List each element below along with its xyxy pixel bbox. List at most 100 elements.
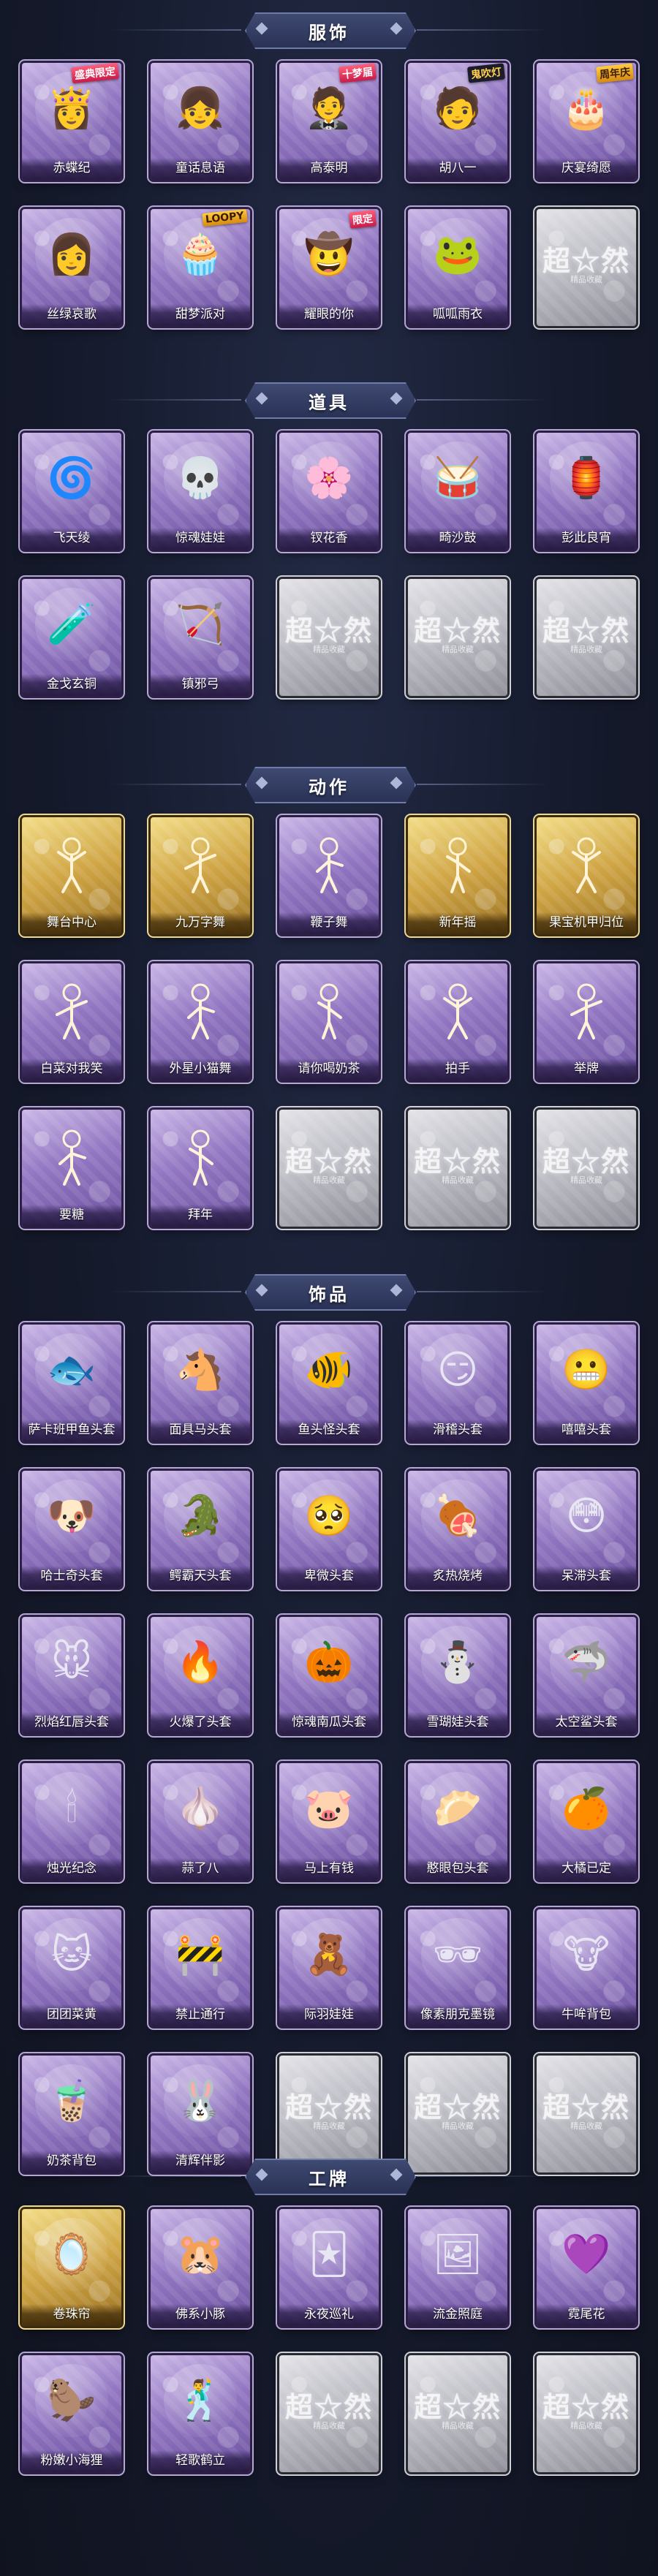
item-card[interactable]: 🏹 镇邪弓 — [151, 579, 250, 696]
item-card[interactable]: 🥺 卑微头套 — [279, 1471, 379, 1588]
item-card[interactable]: 🎃 惊魂南瓜头套 — [279, 1617, 379, 1734]
item-grid: 🪞 卷珠帘 🐹 佛系小豚 🃏 永夜巡礼 🖼 流金照庭 💜 霓尾花 🦫 粉嫩小海狸 🕺 轻歌鹤立 超☆然 精品收… — [22, 2209, 636, 2472]
locked-item-card[interactable]: 超☆然 精品收藏 — [279, 2056, 379, 2172]
item-label: 镇邪弓 — [181, 677, 219, 692]
item-card[interactable]: 新年摇 — [408, 817, 507, 934]
item-grid: 舞台中心 九万字舞 鞭子舞 新年摇 果宝机甲归位白菜对我笑 外星小猫舞 请你喝奶茶 拍手 举牌要… — [22, 817, 636, 1227]
item-card[interactable]: 🐊 鳄霸天头套 — [151, 1471, 250, 1588]
item-grid: 👸 盛典限定 赤蝶纪 👧 童话息语 🤵 十梦届 高泰明 🧑 鬼吹灯 胡八一 🎂 周年庆 庆宴绮愿 👩 丝绿哀歌… — [22, 63, 636, 326]
item-card[interactable]: 🥁 畸沙鼓 — [408, 433, 507, 550]
cow-backpack-icon: 🐮 — [550, 1918, 623, 1991]
item-card[interactable]: 🎂 周年庆 庆宴绮愿 — [537, 63, 636, 180]
item-card[interactable]: 果宝机甲归位 — [537, 817, 636, 934]
item-card[interactable]: 😳 呆滞头套 — [537, 1471, 636, 1588]
item-card[interactable]: 🐶 哈士奇头套 — [22, 1471, 121, 1588]
item-card[interactable]: 🧋 奶茶背包 — [22, 2056, 121, 2172]
locked-item-card[interactable]: 超☆然 精品收藏 — [537, 209, 636, 326]
item-card[interactable]: 🧁 LOOPY 甜梦派对 — [151, 209, 250, 326]
orange-head-icon: 🍊 — [550, 1772, 623, 1845]
item-card[interactable]: 九万字舞 — [151, 817, 250, 934]
section-title: 动作 — [309, 777, 349, 798]
locked-item-card[interactable]: 超☆然 精品收藏 — [537, 1110, 636, 1227]
item-card[interactable]: 拍手 — [408, 963, 507, 1080]
item-card[interactable]: 💀 惊魂娃娃 — [151, 433, 250, 550]
item-card[interactable]: 🐹 佛系小豚 — [151, 2209, 250, 2326]
item-card[interactable]: 鞭子舞 — [279, 817, 379, 934]
locked-item-card[interactable]: 超☆然 精品收藏 — [279, 579, 379, 696]
item-card[interactable]: 🧄 蒜了八 — [151, 1763, 250, 1880]
costume-portrait-icon: 👩 — [35, 218, 108, 291]
item-card[interactable]: 🌀 飞天绫 — [22, 433, 121, 550]
item-card[interactable]: 白菜对我笑 — [22, 963, 121, 1080]
locked-item-card[interactable]: 超☆然 精品收藏 — [408, 1110, 507, 1227]
item-card[interactable]: 🕯 烛光纪念 — [22, 1763, 121, 1880]
locked-item-card[interactable]: 超☆然 精品收藏 — [279, 1110, 379, 1227]
locked-item-card[interactable]: 超☆然 精品收藏 — [537, 2355, 636, 2472]
locked-item-card[interactable]: 超☆然 精品收藏 — [279, 2355, 379, 2472]
item-card[interactable]: 🧪 金戈玄铜 — [22, 579, 121, 696]
item-card[interactable]: 🕶 像素朋克墨镜 — [408, 1909, 507, 2026]
item-card[interactable]: 🐴 面具马头套 — [151, 1325, 250, 1442]
locked-item-card[interactable]: 超☆然 精品收藏 — [408, 2056, 507, 2172]
item-card[interactable]: 要糖 — [22, 1110, 121, 1227]
item-card[interactable]: 💜 霓尾花 — [537, 2209, 636, 2326]
item-card[interactable]: 🤵 十梦届 高泰明 — [279, 63, 379, 180]
item-card[interactable]: 🧸 际羽娃娃 — [279, 1909, 379, 2026]
item-card[interactable]: 🏮 彭此良宵 — [537, 433, 636, 550]
locked-item-card[interactable]: 超☆然 精品收藏 — [408, 2355, 507, 2472]
item-card[interactable]: 🐮 牛哞背包 — [537, 1909, 636, 2026]
item-card[interactable]: ⛄ 雪瑚娃头套 — [408, 1617, 507, 1734]
item-card[interactable]: 🪞 卷珠帘 — [22, 2209, 121, 2326]
locked-item-card[interactable]: 超☆然 精品收藏 — [537, 579, 636, 696]
item-card[interactable]: 👧 童话息语 — [151, 63, 250, 180]
item-card[interactable]: 👩 丝绿哀歌 — [22, 209, 121, 326]
item-card[interactable]: 🐟 萨卡班甲鱼头套 — [22, 1325, 121, 1442]
item-label: 金戈玄铜 — [47, 677, 97, 692]
item-card[interactable]: 🐰 清辉伴影 — [151, 2056, 250, 2172]
item-card[interactable]: 🍊 大橘已定 — [537, 1763, 636, 1880]
item-card[interactable]: 🃏 永夜巡礼 — [279, 2209, 379, 2326]
item-card[interactable]: 🥟 憨眼包头套 — [408, 1763, 507, 1880]
item-card[interactable]: 🧑 鬼吹灯 胡八一 — [408, 63, 507, 180]
item-card[interactable]: 🚧 禁止通行 — [151, 1909, 250, 2026]
item-card[interactable]: 🕺 轻歌鹤立 — [151, 2355, 250, 2472]
badge-card-icon: 🖼 — [421, 2218, 494, 2291]
item-card[interactable]: 🖼 流金照庭 — [408, 2209, 507, 2326]
item-label: 大橘已定 — [561, 1861, 611, 1876]
limited-badge: 周年庆 — [595, 63, 635, 83]
item-card[interactable]: 舞台中心 — [22, 817, 121, 934]
item-card[interactable]: 🐸 呱呱雨衣 — [408, 209, 507, 326]
item-card[interactable]: 🐷 马上有钱 — [279, 1763, 379, 1880]
item-card[interactable]: 🌸 钗花香 — [279, 433, 379, 550]
section-title: 服饰 — [309, 23, 349, 43]
item-label: 赤蝶纪 — [53, 161, 91, 175]
item-card[interactable]: 😏 滑稽头套 — [408, 1325, 507, 1442]
doll-icon: 💀 — [164, 442, 237, 515]
item-card[interactable]: 👸 盛典限定 赤蝶纪 — [22, 63, 121, 180]
item-card[interactable]: 请你喝奶茶 — [279, 963, 379, 1080]
item-card[interactable]: 拜年 — [151, 1110, 250, 1227]
locked-item-card[interactable]: 超☆然 精品收藏 — [537, 2056, 636, 2172]
item-card[interactable]: 🦈 太空鲨头套 — [537, 1617, 636, 1734]
item-card[interactable]: 外星小猫舞 — [151, 963, 250, 1080]
item-label: 佛系小豚 — [175, 2307, 225, 2322]
item-card[interactable]: 🐱 团团菜黄 — [22, 1909, 121, 2026]
item-card[interactable]: 举牌 — [537, 963, 636, 1080]
item-label: 滑稽头套 — [433, 1423, 483, 1437]
item-card[interactable]: 🦫 粉嫩小海狸 — [22, 2355, 121, 2472]
item-card[interactable]: 🍖 炙热烧烤 — [408, 1471, 507, 1588]
item-card[interactable]: 🐭 烈焰红唇头套 — [22, 1617, 121, 1734]
locked-item-card[interactable]: 超☆然 精品收藏 — [408, 579, 507, 696]
item-label: 卷珠帘 — [53, 2307, 91, 2322]
section-header: 工牌 — [0, 2156, 658, 2195]
brand-watermark: 超☆然 — [413, 2091, 502, 2124]
limited-badge: 鬼吹灯 — [466, 63, 506, 83]
item-card[interactable]: 😬 嘻嘻头套 — [537, 1325, 636, 1442]
limited-badge: LOOPY — [202, 209, 248, 227]
item-card[interactable]: 🐠 鱼头怪头套 — [279, 1325, 379, 1442]
brand-watermark: 超☆然 — [284, 1145, 373, 1178]
item-card[interactable]: 🤠 限定 耀眼的你 — [279, 209, 379, 326]
item-card[interactable]: 🔥 火爆了头套 — [151, 1617, 250, 1734]
item-label: 卑微头套 — [304, 1569, 354, 1583]
item-label: 要糖 — [59, 1208, 84, 1222]
